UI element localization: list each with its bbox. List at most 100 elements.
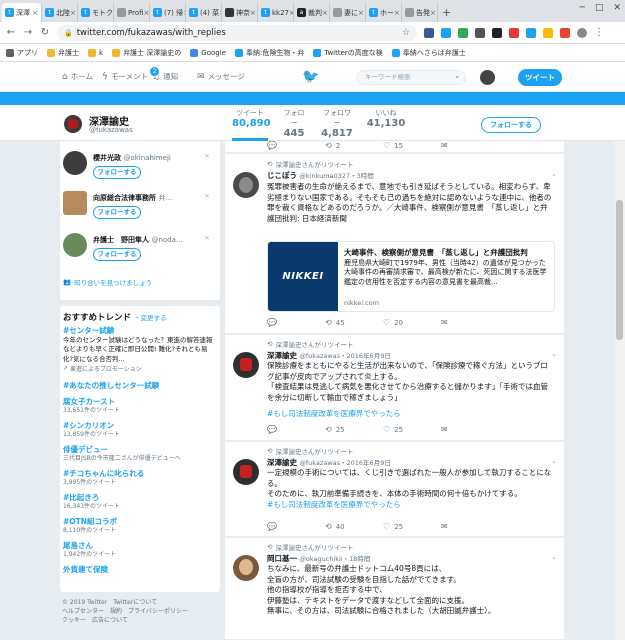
stat-followers[interactable]: フォロワー 4,817: [320, 108, 354, 139]
tweet-time[interactable]: ・3時間: [350, 172, 374, 180]
extension-icon[interactable]: [543, 27, 553, 38]
dm-action[interactable]: ✉: [441, 522, 499, 531]
chevron-down-icon[interactable]: ⌄: [551, 350, 557, 358]
close-icon[interactable]: ×: [32, 9, 38, 17]
trend-item[interactable]: #あなたの推しセンター試験: [63, 380, 215, 391]
bookmark-item[interactable]: Google: [190, 48, 226, 57]
close-icon[interactable]: ×: [394, 9, 400, 17]
bookmark-item[interactable]: 奉納:危険生物・弁: [234, 48, 304, 58]
trend-item[interactable]: 尾島さん 1,942件のツイート: [63, 540, 215, 559]
browser-tab[interactable]: t(7) 帰×: [150, 3, 186, 22]
bookmark-item[interactable]: 弁護士 深澤諭史の: [112, 48, 181, 58]
bookmark-item[interactable]: 弁護士: [47, 48, 79, 58]
back-icon[interactable]: ←: [6, 27, 16, 38]
browser-tab[interactable]: tkk27×: [258, 3, 294, 22]
twitter-bird-logo-icon[interactable]: 🐦: [302, 69, 319, 85]
profile-avatar[interactable]: [62, 113, 84, 135]
url-field[interactable]: 🔒 twitter.com/fukazawas/with_replies ☆: [57, 24, 417, 41]
hashtag-link[interactable]: #もし司法制度改革を医療界でやったら: [267, 500, 555, 511]
browser-tab[interactable]: tモトク×: [78, 3, 114, 22]
facebook-extension-icon[interactable]: [424, 27, 434, 38]
new-tab-icon[interactable]: +: [442, 3, 451, 22]
avatar[interactable]: [233, 459, 259, 485]
reply-action[interactable]: 💬: [267, 141, 325, 150]
close-icon[interactable]: ×: [144, 9, 149, 17]
extension-icon[interactable]: [475, 27, 485, 38]
nav-moments[interactable]: ϟ モーメント: [102, 71, 148, 82]
tweet-time[interactable]: ・2016年6月9日: [340, 459, 391, 467]
close-icon[interactable]: ×: [204, 192, 210, 200]
reply-action[interactable]: 💬: [267, 522, 325, 531]
like-action[interactable]: ♡ 20: [383, 318, 441, 327]
browser-tab[interactable]: 告発 ×: [402, 3, 438, 22]
search-icon[interactable]: ⌕: [455, 71, 459, 84]
tweet[interactable]: ⟲ 深澤諭史さんがリツイート じこぽう @kinkuma0327・3時間 ⌄ 冤罪…: [225, 154, 564, 334]
dm-action[interactable]: ✉: [441, 318, 499, 327]
bookmark-item[interactable]: 奉納へさらば弁護士: [391, 48, 466, 58]
dm-action[interactable]: ✉: [441, 425, 499, 434]
avatar[interactable]: [63, 151, 87, 175]
bookmark-item[interactable]: k: [88, 48, 103, 57]
search-input[interactable]: キーワード検索 ⌕: [356, 70, 466, 85]
follow-button[interactable]: フォローする: [93, 248, 141, 261]
close-icon[interactable]: ×: [250, 9, 256, 17]
browser-tab[interactable]: 妻に ×: [330, 3, 366, 22]
trend-item[interactable]: #シンカリオン 13,859件のツイート: [63, 420, 215, 439]
menu-kebab-icon[interactable]: ⋮: [594, 27, 604, 38]
tweet-time[interactable]: ・2016年6月9日: [340, 352, 391, 360]
stat-likes[interactable]: いいね 41,130: [366, 108, 406, 129]
bookmark-item[interactable]: アプリ: [6, 48, 38, 58]
close-icon[interactable]: ×: [358, 9, 364, 17]
extension-icon[interactable]: [492, 27, 502, 38]
extension-icon[interactable]: [560, 27, 570, 38]
retweet-action[interactable]: ⟲ 45: [325, 318, 383, 327]
reply-action[interactable]: 💬: [267, 318, 325, 327]
stat-tweets[interactable]: ツイート 80,890: [232, 108, 271, 129]
chevron-down-icon[interactable]: ⌄: [551, 457, 557, 465]
avatar[interactable]: [233, 352, 259, 378]
browser-tab[interactable]: t(4) 菜×: [186, 3, 222, 22]
tweet-author-name[interactable]: じこぽう: [267, 171, 297, 180]
trend-item[interactable]: 外貨建て保険: [63, 564, 215, 575]
extension-icon[interactable]: [526, 27, 536, 38]
tweet[interactable]: ⟲ 深澤諭史さんがリツイート 深澤諭史 @fukazawas・2016年6月9日 …: [225, 442, 564, 537]
avatar[interactable]: [233, 172, 259, 198]
close-window-icon[interactable]: ✕: [613, 3, 621, 13]
tweet-author-name[interactable]: 岡口基一: [267, 554, 297, 563]
reload-icon[interactable]: ↻: [40, 27, 50, 38]
trend-item[interactable]: 俳優デビュー 三代目JSBの今市隆二さんが俳優デビューへ: [63, 444, 215, 463]
browser-tab[interactable]: a 裁判 ×: [294, 3, 330, 22]
follow-button[interactable]: フォローする: [481, 117, 541, 133]
trend-item[interactable]: #比起きろ 16,343件のツイート: [63, 492, 215, 511]
tweet[interactable]: ⟲ 深澤諭史さんがリツイート 深澤諭史 @fukazawas・2016年6月9日 …: [225, 335, 564, 441]
avatar[interactable]: [480, 70, 495, 85]
tweet-author-name[interactable]: 深澤諭史: [267, 458, 297, 467]
profile-avatar[interactable]: [577, 27, 587, 38]
trend-item[interactable]: 腐女子カースト 33,651件のツイート: [63, 396, 215, 415]
like-action[interactable]: ♡ 15: [383, 141, 441, 150]
browser-tab[interactable]: Profi ×: [114, 3, 150, 22]
browser-tab[interactable]: t ホー ×: [366, 3, 402, 22]
link-card[interactable]: NIKKEI 大崎事件、検察側が意見書 「蒸し返し」と弁護団批判 鹿児島県大崎町…: [267, 241, 555, 312]
minimize-icon[interactable]: ─: [580, 3, 585, 13]
retweet-action[interactable]: ⟲ 25: [325, 425, 383, 434]
like-action[interactable]: ♡ 25: [383, 425, 441, 434]
maximize-icon[interactable]: □: [595, 3, 604, 13]
trend-item[interactable]: #チコちゃんに叱られる 3,995件のツイート: [63, 468, 215, 487]
close-icon[interactable]: ×: [70, 9, 76, 17]
tweet[interactable]: ⟲ 深澤諭史さんがリツイート 岡口基一 @okaguchikii・18時間 ⌄ ち…: [225, 538, 564, 640]
close-icon[interactable]: ×: [204, 234, 210, 242]
trend-item[interactable]: #センター試験 今年のセンター試験はどうなった？東進の解答速報などよりも早く正確…: [63, 325, 215, 373]
tweet-button[interactable]: ツイート: [518, 69, 562, 86]
close-icon[interactable]: ×: [204, 152, 210, 160]
retweet-action[interactable]: ⟲ 40: [325, 522, 383, 531]
forward-icon[interactable]: →: [23, 27, 33, 38]
avatar[interactable]: [63, 191, 87, 215]
twitter-extension-icon[interactable]: [441, 27, 451, 38]
find-friends-link[interactable]: 👥 知り合いを見つけましょう: [63, 277, 152, 287]
scrollbar-thumb[interactable]: [616, 200, 623, 340]
close-icon[interactable]: ×: [430, 9, 436, 17]
trend-item[interactable]: #OTN組コラボ 8,110件のツイート: [63, 516, 215, 535]
close-icon[interactable]: ×: [322, 9, 328, 17]
extension-icon[interactable]: [509, 27, 519, 38]
